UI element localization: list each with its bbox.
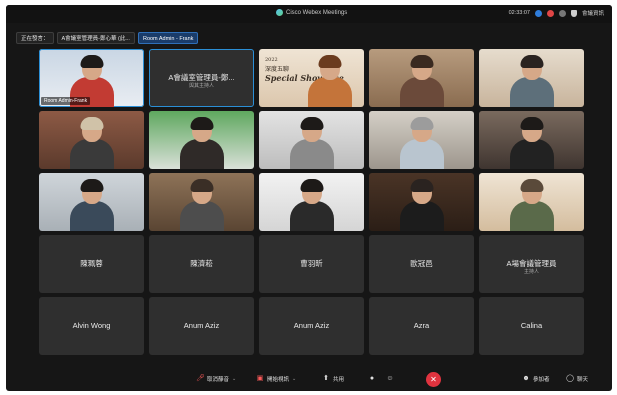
participants-label: 參加者 [533,377,550,383]
participant-video [69,117,115,169]
chat-label: 聊天 [577,377,589,383]
participant-grid: Room Admin-Frank A會議室管理員-鄭... 與其主持人 2022 深度五… [39,49,585,367]
participant-video [509,117,555,169]
video-button[interactable]: ▣ 開始視訊 ⌄ [256,375,297,383]
participant-name: 曹羽昕 [300,258,323,268]
participant-name-tile[interactable]: A會議室管理員-鄭... 與其主持人 [149,49,254,107]
participant-name: 歐冠邑 [410,258,433,268]
participant-video [399,55,445,107]
participant-name: 陳濟菘 [190,258,213,268]
participant-label: Room Admin-Frank [41,97,91,105]
participant-name-tile[interactable]: A場會議管理員 主持人 [479,235,584,293]
reaction-icon: ☺ [386,375,394,382]
end-call-icon: ✕ [430,375,437,384]
reaction-button[interactable]: ☺ [386,375,394,383]
participant-video [179,117,225,169]
camera-off-icon: ▣ [256,375,264,382]
participant-name-tile[interactable]: 陳珮蓉 [39,235,144,293]
participant-name: Calina [520,321,543,331]
participant-video [509,179,555,231]
record-icon: ● [369,375,375,382]
participant-video-tile[interactable] [479,49,584,107]
participant-name-tile[interactable]: 歐冠邑 [369,235,474,293]
share-icon: ⬆ [323,375,329,382]
shield-icon [570,9,577,17]
status-icon [534,9,542,17]
participant-video-tile[interactable] [369,111,474,169]
participant-video-tile[interactable] [369,173,474,231]
video-label: 開始視訊 [267,377,290,383]
participant-name-tile[interactable]: Azra [369,297,474,355]
participant-video-tile[interactable] [369,49,474,107]
participant-video-tile[interactable] [149,111,254,169]
host-tag[interactable]: Room Admin - Frank [137,32,199,44]
participant-video-tile[interactable]: Room Admin-Frank [39,49,144,107]
meeting-timer: 02:33:07 [508,10,530,16]
participant-role: 主持人 [523,269,539,275]
control-bar: 🎤︎ 取消靜音 ⌄ ▣ 開始視訊 ⌄ ⬆ 共用 ● ☺ ✕ ☻ 參加者 ◯ 聊天 [6,369,612,391]
participant-name-tile[interactable]: Anum Aziz [149,297,254,355]
recording-icon[interactable] [546,9,554,17]
app-title: Cisco Webex Meetings [276,9,347,16]
title-bar: Cisco Webex Meetings 02:33:07 會議資訊 [6,5,612,23]
participant-video [179,179,225,231]
chat-icon: ◯ [566,375,574,382]
participant-video-tile[interactable]: 2022 深度五聊 Special Showcase [259,49,364,107]
participant-video-tile[interactable] [259,111,364,169]
participant-name-tile[interactable]: Alvin Wong [39,297,144,355]
participant-name-tile[interactable]: 曹羽昕 [259,235,364,293]
participant-name-tile[interactable]: 陳濟菘 [149,235,254,293]
participant-name: 陳珮蓉 [80,258,103,268]
app-title-text: Cisco Webex Meetings [286,9,348,16]
participant-video [289,117,335,169]
participant-video [289,179,335,231]
webex-logo-icon [276,9,283,16]
chevron-down-icon[interactable]: ⌄ [292,376,296,382]
meeting-info-link[interactable]: 會議資訊 [582,9,604,17]
participant-video [399,179,445,231]
participant-name-tile[interactable]: Anum Aziz [259,297,364,355]
participant-video-tile[interactable] [39,173,144,231]
participant-role: 與其主持人 [188,83,214,89]
share-button[interactable]: ⬆ 共用 [322,375,344,383]
title-bar-right: 02:33:07 會議資訊 [509,9,604,17]
participants-button[interactable]: ☻ 參加者 [522,375,550,383]
participant-video-tile[interactable] [39,111,144,169]
speaker-bar: 正在發言： A會議室管理員-鄭心華 (此... Room Admin - Fra… [16,32,199,44]
mute-button[interactable]: 🎤︎ 取消靜音 ⌄ [196,375,236,383]
record-button[interactable]: ● [368,375,376,383]
participant-video-tile[interactable] [479,173,584,231]
share-label: 共用 [333,377,345,383]
participant-video-tile[interactable] [479,111,584,169]
participant-video [307,55,353,107]
participant-name-tile[interactable]: Calina [479,297,584,355]
end-call-button[interactable]: ✕ [426,372,441,387]
participant-video-tile[interactable] [149,173,254,231]
participant-video-tile[interactable] [259,173,364,231]
active-speaker[interactable]: A會議室管理員-鄭心華 (此... [56,32,135,44]
chevron-down-icon[interactable]: ⌄ [232,376,236,382]
chat-button[interactable]: ◯ 聊天 [566,375,588,383]
participant-video [509,55,555,107]
mute-label: 取消靜音 [207,377,230,383]
participant-name: Anum Aziz [183,321,220,331]
view-label[interactable]: 正在發言： [16,32,54,44]
participant-video [399,117,445,169]
participants-icon: ☻ [522,375,530,382]
participant-video [69,179,115,231]
participant-name: Alvin Wong [72,321,111,331]
meeting-window: Cisco Webex Meetings 02:33:07 會議資訊 正在發言：… [6,5,612,391]
participant-name: Anum Aziz [293,321,330,331]
mic-muted-icon: 🎤︎ [196,375,205,382]
settings-icon[interactable] [558,9,566,17]
participant-name: Azra [413,321,430,331]
